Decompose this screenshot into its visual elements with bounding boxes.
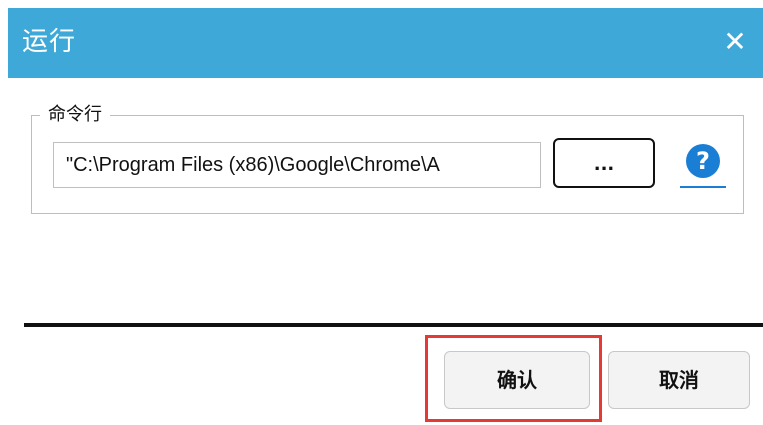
help-underline	[680, 186, 726, 188]
command-line-input[interactable]: "C:\Program Files (x86)\Google\Chrome\A	[53, 142, 541, 188]
command-line-group: 命令行 "C:\Program Files (x86)\Google\Chrom…	[31, 102, 744, 214]
title-bar: 运行 ✕	[8, 8, 763, 78]
footer-separator	[24, 323, 763, 327]
close-icon[interactable]: ✕	[717, 22, 753, 62]
dialog-title: 运行	[22, 27, 77, 57]
ok-button[interactable]: 确认	[444, 351, 590, 409]
run-dialog: 运行 ✕ 命令行 "C:\Program Files (x86)\Google\…	[0, 0, 763, 425]
help-icon[interactable]: ?	[686, 144, 720, 178]
cancel-button[interactable]: 取消	[608, 351, 750, 409]
group-label: 命令行	[40, 102, 110, 128]
browse-button[interactable]: ...	[553, 138, 655, 188]
